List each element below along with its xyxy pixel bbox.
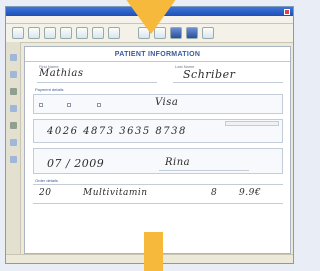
open-folder-icon[interactable] (28, 27, 40, 39)
pencil-icon[interactable] (9, 139, 17, 146)
card-checkbox-1[interactable] (39, 103, 43, 107)
quantity-field[interactable]: 20 (39, 188, 51, 198)
card-checkbox-2[interactable] (67, 103, 71, 107)
patient-form: PATIENT INFORMATION First Name Last Name… (24, 46, 291, 254)
list-icon[interactable] (9, 156, 17, 163)
down-arrow-icon (125, 0, 177, 34)
order-section-label: Order details (35, 178, 58, 183)
order-header-line (33, 184, 283, 185)
payment-section-label: Payment details (35, 87, 64, 92)
item-field[interactable]: Multivitamin (83, 188, 148, 198)
cut-icon[interactable] (76, 27, 88, 39)
page-icon[interactable] (9, 54, 17, 61)
pen-icon[interactable] (9, 71, 17, 78)
last-name-field[interactable]: Schriber (183, 68, 235, 81)
card-holder-underline (159, 170, 249, 171)
up-arrow-bar (144, 232, 163, 271)
check-icon[interactable] (9, 122, 17, 129)
new-document-icon[interactable] (12, 27, 24, 39)
text-icon[interactable] (9, 88, 17, 95)
save-icon[interactable] (44, 27, 56, 39)
close-icon[interactable] (284, 8, 290, 15)
total-field[interactable]: 9.9€ (239, 188, 261, 198)
settings-icon[interactable] (202, 27, 214, 39)
card-checkbox-3[interactable] (97, 103, 101, 107)
card-type-field[interactable]: Visa (155, 97, 178, 108)
first-name-underline (37, 82, 157, 83)
card-code-box (225, 121, 279, 126)
first-name-field[interactable]: Mathias (39, 68, 83, 79)
print-icon[interactable] (60, 27, 72, 39)
field-icon[interactable] (9, 105, 17, 112)
card-number-field[interactable]: 4026 4873 3635 8738 (47, 126, 187, 137)
copy-icon[interactable] (92, 27, 104, 39)
sidebar (6, 42, 21, 255)
paste-icon[interactable] (108, 27, 120, 39)
order-row-line (33, 203, 283, 204)
price-field[interactable]: 8 (211, 188, 217, 198)
card-holder-field[interactable]: Rina (165, 157, 190, 168)
export-icon[interactable] (186, 27, 198, 39)
form-title: PATIENT INFORMATION (25, 47, 290, 62)
app-window: PATIENT INFORMATION First Name Last Name… (5, 6, 294, 264)
expiry-field[interactable]: 07 / 2009 (47, 157, 104, 170)
last-name-underline (173, 82, 283, 83)
